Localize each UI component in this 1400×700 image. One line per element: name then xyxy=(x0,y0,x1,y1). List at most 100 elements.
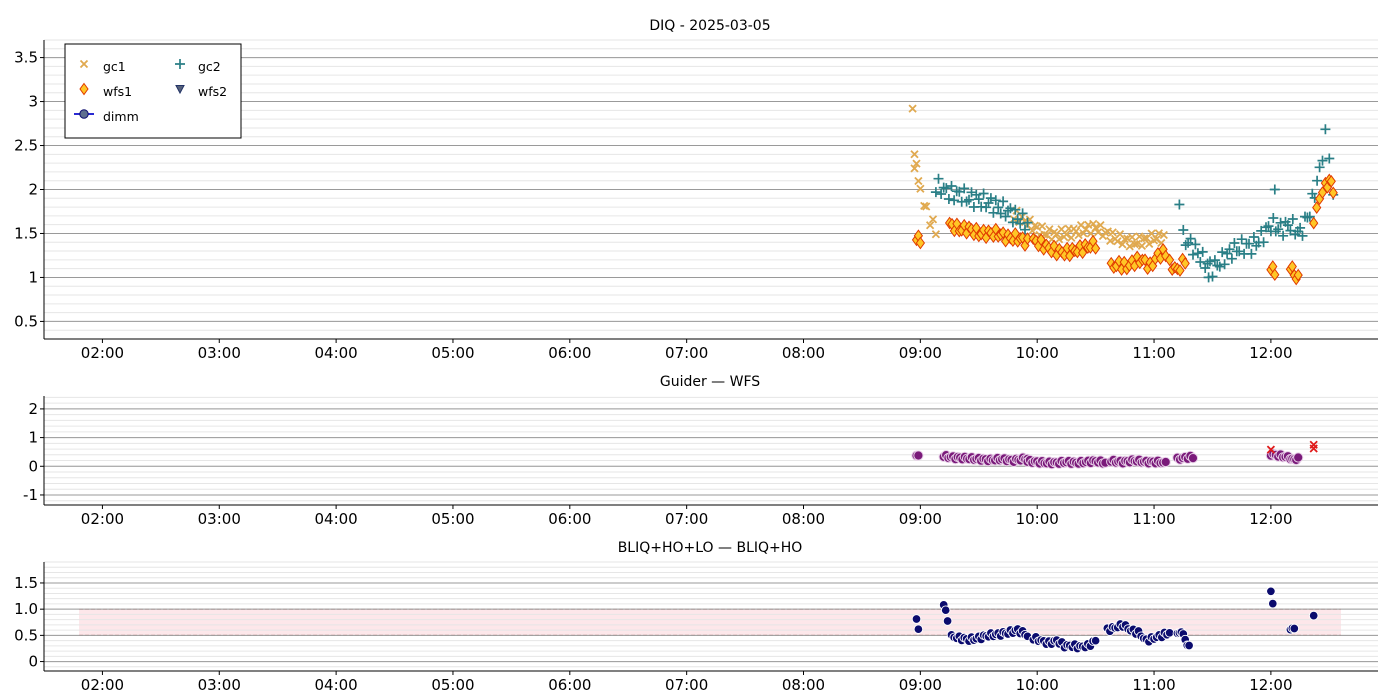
gc2-point-stroke xyxy=(1268,213,1279,223)
gc2-point-stroke xyxy=(943,194,954,204)
bliq-point xyxy=(1184,640,1194,651)
gc2-point-stroke xyxy=(1270,226,1281,237)
gc2-point-stroke xyxy=(1197,246,1208,257)
gc2-point xyxy=(1324,153,1335,164)
x-tick-label: 09:00 xyxy=(899,510,942,528)
gc2-point-stroke xyxy=(1278,230,1289,241)
y-tick-label: 0 xyxy=(28,457,38,475)
bliq-point xyxy=(1308,610,1319,621)
x-tick-label: 08:00 xyxy=(782,510,825,528)
guider-point xyxy=(1187,453,1199,464)
diq-series xyxy=(908,104,1339,286)
gc2-point xyxy=(993,202,1004,213)
gc2-point-stroke xyxy=(949,195,960,206)
y-tick-label: 2 xyxy=(28,181,38,199)
gc2-point xyxy=(1269,184,1280,195)
gc2-point-stroke xyxy=(1190,239,1201,250)
legend-wfs2-label: wfs2 xyxy=(198,84,227,99)
bliq-point xyxy=(1289,623,1300,634)
bliq-point-shape xyxy=(1308,610,1319,621)
x-tick-label: 11:00 xyxy=(1132,676,1175,694)
gc1-point xyxy=(931,230,941,239)
guider-point-shape xyxy=(1293,452,1304,463)
guider-panel: Guider — WFS -1 0 1 2 02:00 03:00 04:00 05:00 06… xyxy=(23,374,1378,528)
bliq-panel: BLIQ+HO+LO — BLIQ+HO 0 0.5 1.0 1.5 02:00 03:0… xyxy=(14,540,1378,694)
bliq-point-shape xyxy=(1090,635,1101,646)
bliq-point xyxy=(913,624,924,634)
gc2-point xyxy=(1226,253,1237,264)
bliq-grid xyxy=(44,561,1378,668)
x-tick-label: 06:00 xyxy=(548,676,591,694)
guider-grid xyxy=(44,396,1378,502)
diq-figure: DIQ - 2025-03-05 0.5 1 1.5 2 2.5 3 3.5 02:00 03:… xyxy=(14,18,1378,694)
gc2-point xyxy=(930,187,941,198)
gc2-point-stroke xyxy=(964,194,974,205)
gc2-point xyxy=(1273,224,1284,235)
gc2-point xyxy=(1268,213,1279,223)
diq-grid xyxy=(44,39,1378,340)
gc2-point-stroke xyxy=(1174,199,1185,210)
guider-title: Guider — WFS xyxy=(660,374,760,390)
gc2-point-stroke xyxy=(1226,253,1237,264)
gc2-point-stroke xyxy=(1324,153,1335,164)
bliq-point-shape xyxy=(913,624,924,634)
gc1-point xyxy=(908,104,917,113)
gc2-point-stroke xyxy=(985,193,996,204)
gc2-point xyxy=(1195,257,1206,267)
y-tick-label: 3 xyxy=(28,93,38,111)
diq-legend: gc1 gc2 wfs1 wfs2 dimm xyxy=(64,43,242,139)
bliq-point xyxy=(1266,586,1276,597)
gc2-point xyxy=(1200,263,1211,273)
bliq-point-shape xyxy=(1184,640,1194,651)
gc2-point xyxy=(1192,248,1203,259)
y-tick-label: 0.5 xyxy=(14,626,38,644)
guider-point xyxy=(1293,452,1304,463)
guider-point xyxy=(913,450,924,461)
gc2-point xyxy=(1263,221,1274,232)
x-tick-label: 05:00 xyxy=(431,344,474,362)
diq-title: DIQ - 2025-03-05 xyxy=(649,18,770,34)
y-tick-label: 1 xyxy=(28,268,38,286)
gc2-point xyxy=(941,183,952,194)
gc2-point xyxy=(1005,203,1016,214)
gc2-point-stroke xyxy=(1234,246,1245,257)
guider-point-shape xyxy=(1187,453,1199,464)
x-tick-label: 05:00 xyxy=(431,676,474,694)
x-tick-label: 03:00 xyxy=(198,510,241,528)
gc2-point-stroke xyxy=(1269,184,1280,195)
y-tick-label: 2.5 xyxy=(14,137,38,155)
guider-point xyxy=(1160,456,1171,468)
gc2-point xyxy=(1222,248,1233,259)
gc2-point-stroke xyxy=(936,189,947,199)
x-tick-label: 02:00 xyxy=(81,676,124,694)
x-tick-label: 06:00 xyxy=(548,510,591,528)
bliq-target-band xyxy=(79,608,1341,636)
x-tick-label: 10:00 xyxy=(1016,510,1059,528)
gc1-point-stroke xyxy=(916,184,925,193)
x-tick-label: 08:00 xyxy=(782,676,825,694)
y-tick-label: 1 xyxy=(28,429,38,447)
bliq-point-shape xyxy=(1268,598,1278,609)
bliq-point-shape xyxy=(942,616,953,626)
gc2-point-stroke xyxy=(1192,248,1203,259)
wfs1-point xyxy=(1309,216,1319,230)
gc2-point-stroke xyxy=(930,187,941,198)
y-tick-label: 1.5 xyxy=(14,224,38,242)
gc2-point xyxy=(1214,261,1225,272)
gc1-point-stroke xyxy=(931,230,941,239)
gc2-point xyxy=(1244,238,1254,249)
gc2-point xyxy=(1246,248,1257,259)
legend-dimm-label: dimm xyxy=(103,109,139,124)
y-tick-label: -1 xyxy=(23,486,38,504)
bliq-point xyxy=(942,616,953,626)
gc2-point xyxy=(1174,199,1185,210)
gc2-point xyxy=(1234,246,1245,257)
x-tick-label: 03:00 xyxy=(198,344,241,362)
gc2-point xyxy=(933,173,944,184)
gc2-point xyxy=(985,193,996,204)
gc2-point-stroke xyxy=(1320,124,1331,135)
gc2-point xyxy=(1278,230,1289,241)
x-tick-label: 02:00 xyxy=(81,510,124,528)
gc2-point-stroke xyxy=(1005,203,1016,214)
bliq-point xyxy=(1090,635,1101,646)
